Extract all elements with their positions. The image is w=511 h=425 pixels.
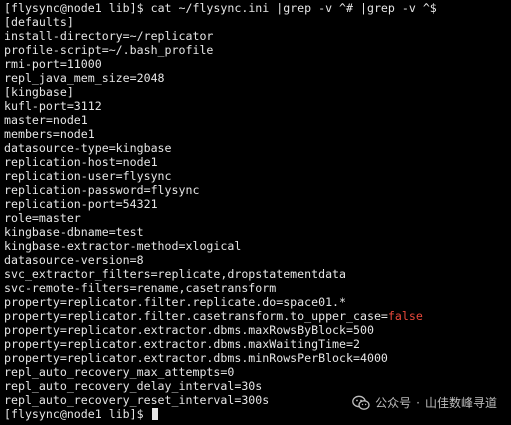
output-line: datasource-version=8 xyxy=(4,253,144,267)
output-line: install-directory=~/replicator xyxy=(4,29,214,43)
output-line: replication-password=flysync xyxy=(4,183,200,197)
output-line: replication-port=54321 xyxy=(4,197,158,211)
output-line: property=replicator.filter.replicate.do=… xyxy=(4,295,347,309)
terminal-output: [flysync@node1 lib]$ cat ~/flysync.ini |… xyxy=(4,1,437,421)
command-line: [flysync@node1 lib]$ cat ~/flysync.ini |… xyxy=(4,1,437,15)
output-line: role=master xyxy=(4,211,81,225)
watermark: 公众号 · 山佳数峰寻道 xyxy=(352,394,497,411)
output-line: replication-host=node1 xyxy=(4,155,158,169)
output-line: property=replicator.extractor.dbms.minRo… xyxy=(4,351,388,365)
terminal-window[interactable]: [flysync@node1 lib]$ cat ~/flysync.ini |… xyxy=(0,0,511,425)
output-line: repl_java_mem_size=2048 xyxy=(4,71,165,85)
shell-command: cat ~/flysync.ini |grep -v ^# |grep -v ^… xyxy=(150,1,437,15)
watermark-label: 公众号 xyxy=(375,396,412,410)
output-line: kingbase-extractor-method=xlogical xyxy=(4,239,242,253)
output-block: [defaults] install-directory=~/replicato… xyxy=(4,15,437,309)
highlighted-value: false xyxy=(387,309,423,323)
output-line: kufl-port=3112 xyxy=(4,99,102,113)
output-line: property=replicator.extractor.dbms.maxRo… xyxy=(4,323,374,337)
watermark-name: 山佳数峰寻道 xyxy=(424,396,497,410)
final-shell-prompt: [flysync@node1 lib]$ xyxy=(4,407,144,421)
output-line: rmi-port=11000 xyxy=(4,57,102,71)
highlight-line-prefix: property=replicator.filter.casetransform… xyxy=(4,309,388,323)
shell-prompt: [flysync@node1 lib]$ xyxy=(4,1,144,15)
highlighted-output-line: property=replicator.filter.casetransform… xyxy=(4,309,437,323)
output-line: members=node1 xyxy=(4,127,95,141)
output-line: svc-remote-filters=rename,casetransform xyxy=(4,281,277,295)
output-line: master=node1 xyxy=(4,113,88,127)
output-line: replication-user=flysync xyxy=(4,169,172,183)
output-line: kingbase-dbname=test xyxy=(4,225,144,239)
output-line: [defaults] xyxy=(4,15,74,29)
output-line: [kingbase] xyxy=(4,85,74,99)
wechat-icon xyxy=(352,395,370,410)
watermark-separator: · xyxy=(416,395,420,410)
output-line: property=replicator.extractor.dbms.maxWa… xyxy=(4,337,360,351)
output-line: svc_extractor_filters=replicate,dropstat… xyxy=(4,267,347,281)
output-line: repl_auto_recovery_delay_interval=30s xyxy=(4,379,263,393)
output-line: profile-script=~/.bash_profile xyxy=(4,43,214,57)
output-line: repl_auto_recovery_max_attempts=0 xyxy=(4,365,235,379)
text-cursor xyxy=(151,408,158,420)
output-line: datasource-type=kingbase xyxy=(4,141,172,155)
